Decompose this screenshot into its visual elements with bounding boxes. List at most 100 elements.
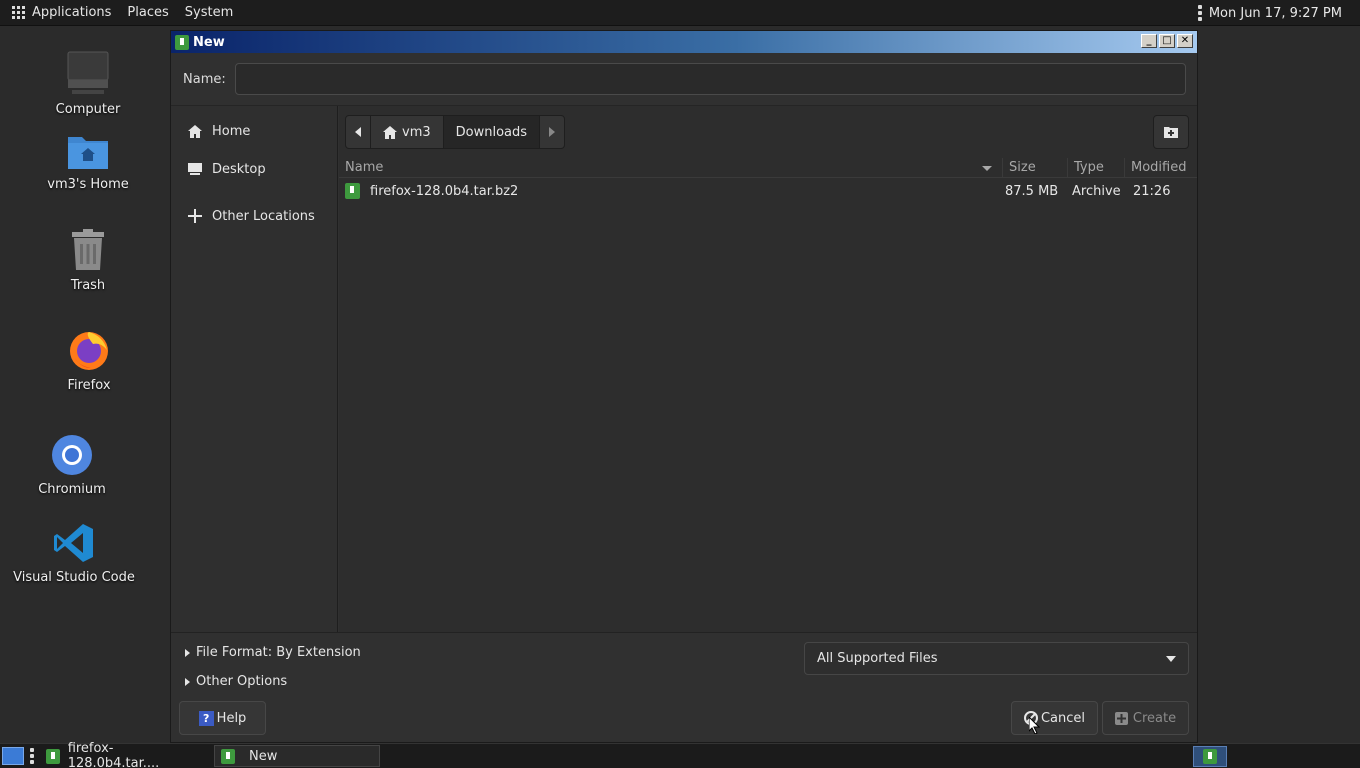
taskbar-item-label: firefox-128.0b4.tar.... xyxy=(67,741,160,768)
applications-label: Applications xyxy=(32,5,112,20)
minimize-button[interactable]: _ xyxy=(1141,34,1157,48)
vscode-icon xyxy=(54,524,93,562)
path-back-button[interactable] xyxy=(346,116,371,148)
sort-down-icon xyxy=(982,165,992,171)
name-label: Name: xyxy=(183,71,226,87)
plus-icon xyxy=(187,208,203,224)
apps-grid-icon xyxy=(12,6,25,19)
mouse-cursor-icon xyxy=(1029,717,1040,734)
home-icon xyxy=(383,125,397,139)
close-button[interactable]: ✕ xyxy=(1177,34,1193,48)
desktop-icon-label: Computer xyxy=(55,102,121,117)
button-label: Cancel xyxy=(1040,710,1086,726)
trash-icon xyxy=(72,229,104,270)
desktop-icon-trash[interactable]: Trash xyxy=(23,228,153,293)
name-row: Name: xyxy=(171,53,1197,105)
sidebar-item-label: Desktop xyxy=(212,161,266,177)
app-icon xyxy=(221,748,235,764)
desktop-icon-home[interactable]: vm3's Home xyxy=(23,131,153,192)
chevron-right-icon xyxy=(549,127,556,137)
desktop-icon-label: Trash xyxy=(70,278,106,293)
workspace-switcher[interactable] xyxy=(1193,746,1227,767)
computer-icon xyxy=(67,51,109,94)
column-header-name[interactable]: Name xyxy=(339,157,1003,178)
home-folder-icon xyxy=(68,137,108,169)
expander-arrow-icon xyxy=(185,648,190,657)
firefox-icon xyxy=(70,332,108,370)
chevron-down-icon xyxy=(1166,656,1176,662)
column-label: Size xyxy=(1009,160,1036,175)
desktop-icon-label: Visual Studio Code xyxy=(13,570,135,585)
cancel-button[interactable]: Cancel xyxy=(1011,701,1098,735)
new-folder-button[interactable] xyxy=(1153,115,1189,149)
dialog-title: New xyxy=(193,34,225,50)
chevron-left-icon xyxy=(355,127,361,137)
path-forward-button[interactable] xyxy=(540,116,564,148)
file-name: firefox-128.0b4.tar.bz2 xyxy=(370,183,519,199)
file-chooser: Home Desktop Other Locations vm3 Downloa… xyxy=(171,105,1197,633)
panel-menu-icon[interactable] xyxy=(1197,5,1202,21)
clock[interactable]: Mon Jun 17, 9:27 PM xyxy=(1209,6,1342,21)
show-desktop-icon[interactable] xyxy=(2,747,24,765)
new-folder-icon xyxy=(1164,127,1178,138)
help-icon: ? xyxy=(198,710,214,726)
sidebar-item-home[interactable]: Home xyxy=(171,112,337,150)
app-icon xyxy=(175,34,189,50)
archive-icon xyxy=(46,748,60,764)
expander-label: File Format: By Extension xyxy=(196,645,361,660)
sidebar-item-label: Other Locations xyxy=(212,208,315,224)
name-input[interactable] xyxy=(235,63,1186,95)
taskbar-item-firefox-archive[interactable]: firefox-128.0b4.tar.... xyxy=(40,741,208,768)
file-modified: 21:26 xyxy=(1133,183,1171,199)
desktop-icon-firefox[interactable]: Firefox xyxy=(24,328,154,393)
path-item-home[interactable]: vm3 xyxy=(371,116,444,148)
file-filter-select[interactable]: All Supported Files xyxy=(804,642,1189,675)
dialog-titlebar[interactable]: New _ □ ✕ xyxy=(171,31,1197,53)
column-header-type[interactable]: Type xyxy=(1068,157,1125,178)
places-menu[interactable]: Places xyxy=(119,0,176,26)
maximize-button[interactable]: □ xyxy=(1159,34,1175,48)
desktop-icon xyxy=(187,161,203,177)
taskbar-item-new[interactable]: New xyxy=(214,745,380,767)
expander-label: Other Options xyxy=(196,674,288,689)
file-pane: vm3 Downloads Name Size Type Modified fi… xyxy=(339,106,1197,633)
sidebar-item-desktop[interactable]: Desktop xyxy=(171,150,337,188)
file-row[interactable]: firefox-128.0b4.tar.bz2 87.5 MB Archive … xyxy=(339,178,1197,204)
desktop-icon-vscode[interactable]: Visual Studio Code xyxy=(9,522,139,585)
taskbar-handle-icon[interactable] xyxy=(30,748,34,764)
sidebar-item-label: Home xyxy=(212,123,251,139)
column-label: Modified xyxy=(1131,160,1187,175)
path-bar: vm3 Downloads xyxy=(339,106,1197,158)
button-label: Create xyxy=(1132,710,1177,726)
file-size: 87.5 MB xyxy=(1005,183,1059,199)
taskbar-item-label: New xyxy=(249,748,278,764)
path-label: Downloads xyxy=(455,124,528,140)
column-label: Name xyxy=(345,160,384,175)
sidebar-item-other-locations[interactable]: Other Locations xyxy=(171,197,337,235)
file-type: Archive xyxy=(1072,183,1121,199)
help-button[interactable]: ? Help xyxy=(179,701,266,735)
desktop-icon-label: Firefox xyxy=(67,378,111,393)
system-menu[interactable]: System xyxy=(177,0,241,26)
desktop-icon-label: vm3's Home xyxy=(47,177,129,192)
desktop-icon-computer[interactable]: Computer xyxy=(23,50,153,117)
column-label: Type xyxy=(1074,160,1104,175)
taskbar: firefox-128.0b4.tar.... New xyxy=(0,741,1360,768)
column-header-size[interactable]: Size xyxy=(1003,157,1068,178)
home-icon xyxy=(187,123,203,139)
button-label: Help xyxy=(216,710,247,726)
desktop-icon-chromium[interactable]: Chromium xyxy=(7,434,137,497)
other-options-expander[interactable]: Other Options xyxy=(185,674,287,689)
app-icon xyxy=(1203,749,1217,764)
desktop-icon-label: Chromium xyxy=(38,482,106,497)
filter-value: All Supported Files xyxy=(817,651,938,666)
places-sidebar: Home Desktop Other Locations xyxy=(171,106,338,633)
applications-menu[interactable]: Applications xyxy=(0,0,119,26)
create-button[interactable]: Create xyxy=(1102,701,1189,735)
file-format-expander[interactable]: File Format: By Extension xyxy=(185,645,361,660)
column-headers: Name Size Type Modified xyxy=(339,157,1197,178)
column-header-modified[interactable]: Modified xyxy=(1125,158,1195,178)
chromium-icon xyxy=(52,435,92,475)
path-item-downloads[interactable]: Downloads xyxy=(443,116,541,148)
top-panel: Applications Places System Mon Jun 17, 9… xyxy=(0,0,1360,26)
